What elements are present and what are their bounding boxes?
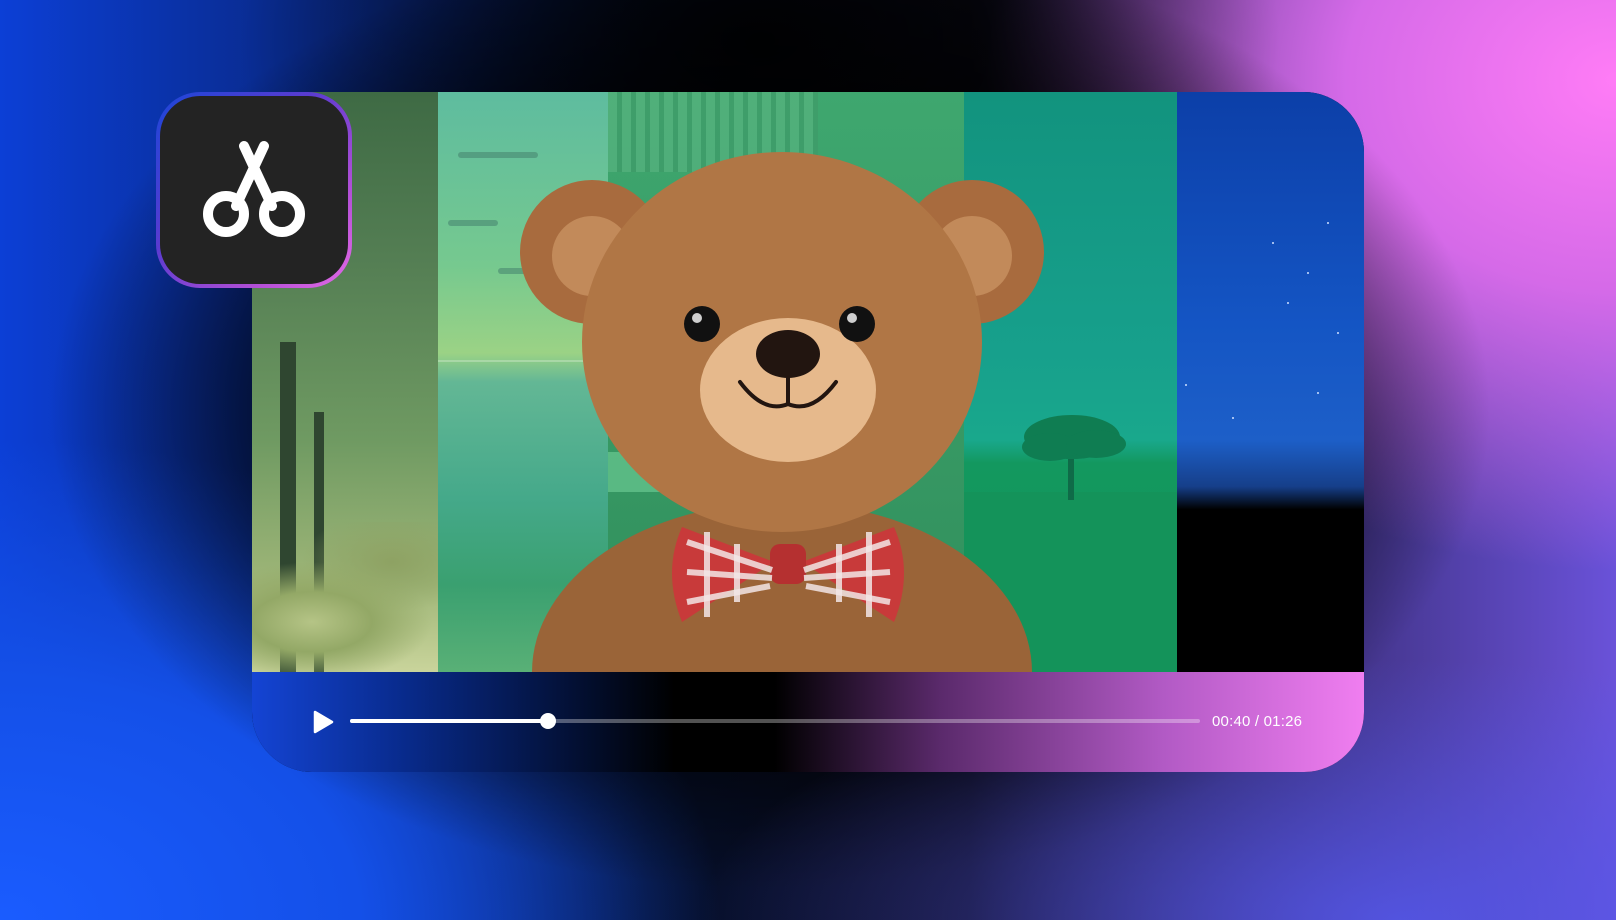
star — [1337, 332, 1339, 334]
star — [1317, 392, 1319, 394]
star — [1327, 222, 1329, 224]
progress-fill — [350, 719, 548, 723]
star — [1287, 302, 1289, 304]
cloud — [448, 220, 498, 226]
star — [1307, 272, 1309, 274]
video-frame[interactable] — [252, 92, 1364, 672]
time-display: 00:40 / 01:26 — [1212, 713, 1303, 730]
play-button[interactable] — [310, 709, 336, 735]
app-icon-tile — [160, 96, 348, 284]
star — [1232, 417, 1234, 419]
progress-bar[interactable] — [350, 713, 1200, 729]
progress-thumb[interactable] — [539, 713, 556, 729]
play-icon — [313, 710, 334, 734]
scissors-icon — [203, 141, 305, 237]
star — [1272, 242, 1274, 244]
video-player: 00:40 / 01:26 — [252, 92, 1364, 772]
forest-undergrowth — [252, 522, 438, 672]
night-sky-panel — [1177, 92, 1364, 672]
app-icon[interactable] — [156, 92, 352, 288]
playback-controls: 00:40 / 01:26 — [252, 672, 1364, 772]
star — [1185, 384, 1187, 386]
teddy-bear — [520, 152, 1044, 672]
